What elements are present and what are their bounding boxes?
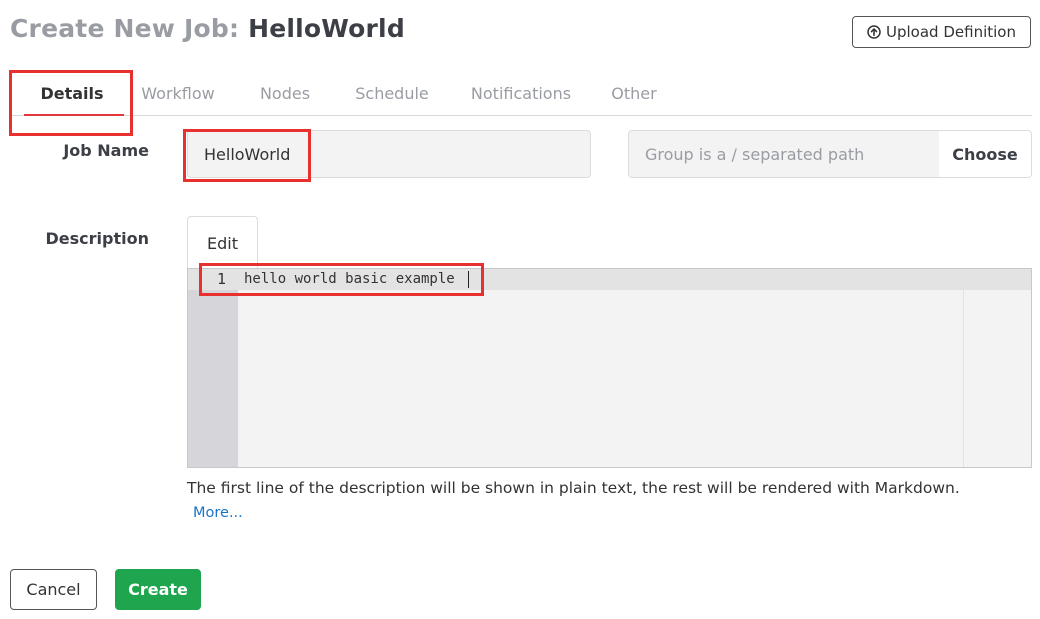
more-link[interactable]: More...	[193, 505, 243, 521]
job-tabs: Details Workflow Nodes Schedule Notifica…	[10, 72, 1032, 116]
job-name-input[interactable]: HelloWorld	[187, 130, 591, 178]
tab-edit[interactable]: Edit	[187, 216, 258, 269]
editor-print-margin	[963, 269, 964, 467]
tab-nodes[interactable]: Nodes	[250, 72, 320, 115]
circle-arrow-up-icon	[867, 25, 881, 39]
editor-line-number: 1	[216, 270, 226, 288]
cancel-button[interactable]: Cancel	[10, 569, 97, 610]
page-title-prefix: Create New Job:	[10, 14, 240, 43]
description-label: Description	[45, 229, 149, 248]
create-button[interactable]: Create	[115, 569, 201, 610]
editor-gutter	[188, 269, 238, 467]
description-editor[interactable]: 1 hello world basic example	[187, 268, 1032, 468]
page-title: Create New Job: HelloWorld	[10, 14, 405, 43]
tab-workflow[interactable]: Workflow	[134, 72, 222, 115]
group-path-input[interactable]: Group is a / separated path	[628, 130, 940, 178]
upload-definition-label: Upload Definition	[886, 23, 1016, 41]
tab-notifications[interactable]: Notifications	[462, 72, 580, 115]
tab-details[interactable]: Details	[10, 72, 134, 116]
description-help-text: The first line of the description will b…	[187, 479, 960, 497]
editor-cursor	[468, 271, 469, 288]
tab-schedule[interactable]: Schedule	[346, 72, 438, 115]
job-name-label: Job Name	[63, 141, 149, 160]
page-title-job-name: HelloWorld	[248, 14, 405, 43]
choose-group-button[interactable]: Choose	[939, 130, 1032, 178]
tab-other[interactable]: Other	[604, 72, 664, 115]
upload-definition-button[interactable]: Upload Definition	[852, 16, 1031, 48]
editor-line-text[interactable]: hello world basic example	[244, 269, 455, 290]
